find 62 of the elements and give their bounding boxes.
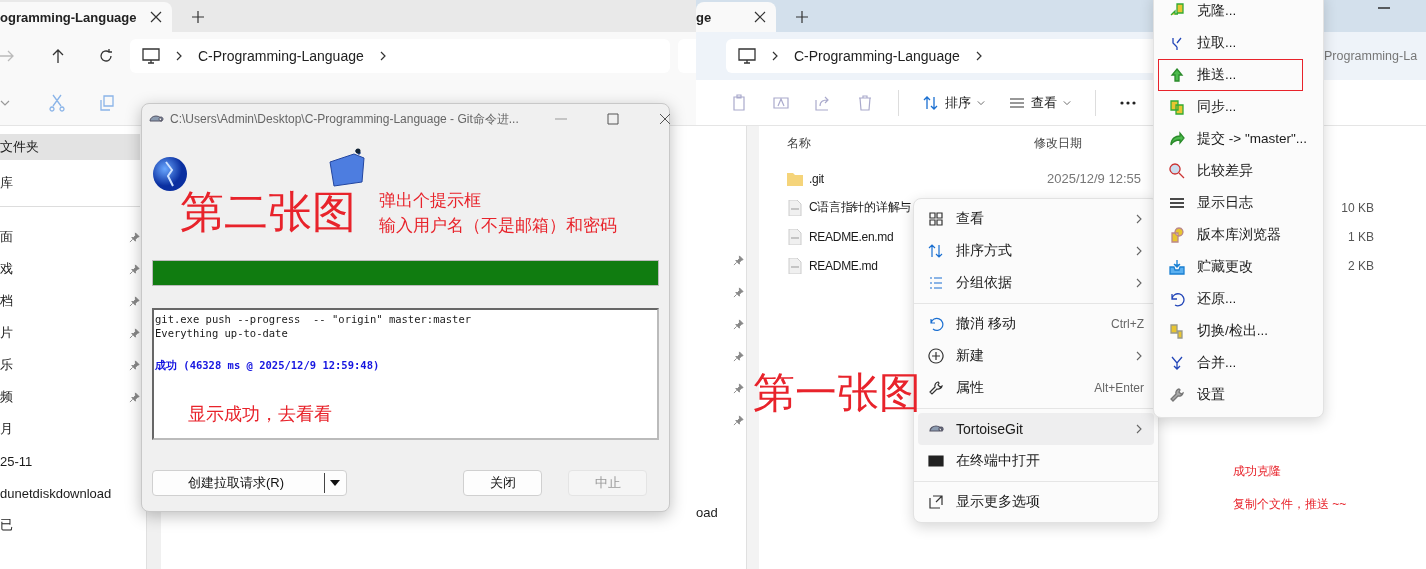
log-line: 成功 (46328 ms @ 2025/12/9 12:59:48) [155,358,381,372]
annotation-text: 复制个文件，推送 ~~ [1233,496,1347,513]
sidebar-item[interactable]: oad [696,504,718,520]
menu-item[interactable]: 排序方式 [918,235,1154,267]
menu-item[interactable]: 显示更多选项 [918,486,1154,518]
table-cell: 10 KB [1341,200,1374,215]
annotation-text: 第一张图 [753,372,921,414]
dialog-button[interactable]: 关闭 [463,470,542,496]
breadcrumb[interactable]: C-Programming-Language [198,48,364,64]
menu-item[interactable]: 在终端中打开 [918,445,1154,477]
sidebar-item[interactable]: 文件夹 [0,134,140,160]
menu-item[interactable]: 版本库浏览器 [1158,219,1319,251]
split-button[interactable]: 创建拉取请求(R) [152,470,347,496]
table-cell: 2025/12/9 12:55 [1047,171,1141,186]
sidebar-item[interactable]: 已 [0,516,13,534]
address-text: Programming-La [1324,49,1418,63]
menu-item[interactable]: 属性 Alt+Enter [918,372,1154,404]
sidebar-item[interactable]: dunetdiskdownload [0,485,112,501]
log-line: git.exe push --progress -- "origin" master:master [155,312,473,326]
file-name[interactable]: .git [809,171,1035,186]
table-cell: 1 KB [1348,229,1374,244]
table-cell: 2 KB [1348,258,1374,273]
menu-item[interactable]: 比较差异 [1158,155,1319,187]
sidebar-item[interactable]: 戏 [0,260,13,278]
annotation-text: 弹出个提示框 [379,190,482,212]
view-button[interactable]: 查看 [1009,93,1071,112]
menu-item[interactable]: TortoiseGit [918,413,1154,445]
sidebar-item[interactable]: 乐 [0,356,13,374]
address-bar[interactable]: C-Programming-Language [130,39,670,73]
log-line: Everything up-to-date [155,326,289,340]
menu-item[interactable]: 推送... [1158,59,1303,91]
menu-item[interactable]: 设置 [1158,379,1319,411]
browser-tab[interactable]: ogramming-Language [0,2,172,32]
column-header[interactable]: 修改日期 [1034,134,1082,152]
sidebar-item[interactable]: 片 [0,324,13,342]
menu-item[interactable]: 提交 -> "master"... [1158,123,1319,155]
annotation-text: 显示成功，去看看 [188,403,332,426]
menu-item[interactable]: 新建 [918,340,1154,372]
window-title: C:\Users\Admin\Desktop\C-Programming-Language - Git命令进... [170,110,519,128]
menu-item[interactable]: 撤消 移动 Ctrl+Z [918,308,1154,340]
sort-button[interactable]: 排序 [923,93,985,112]
menu-item[interactable]: 查看 [918,203,1154,235]
menu-item[interactable]: 克隆... [1158,0,1319,27]
annotation-text: 第二张图 [180,190,356,234]
annotation-text: 成功克隆 [1233,463,1282,480]
menu-item[interactable]: 还原... [1158,283,1319,315]
menu-item[interactable]: 显示日志 [1158,187,1319,219]
browser-tab[interactable]: ge [696,2,776,32]
sidebar-item[interactable]: 库 [0,168,140,198]
breadcrumb[interactable]: C-Programming-Language [794,48,960,64]
menu-item[interactable]: 切换/检出... [1158,315,1319,347]
sidebar-item[interactable]: 档 [0,292,13,310]
menu-item[interactable]: 贮藏更改 [1158,251,1319,283]
menu-item[interactable]: 同步... [1158,91,1319,123]
menu-item[interactable]: 合并... [1158,347,1319,379]
sidebar-item[interactable]: 频 [0,388,13,406]
sidebar-item[interactable]: 25-11 [0,453,33,469]
column-header[interactable]: 名称 [787,134,1034,152]
sidebar-item[interactable]: 面 [0,228,13,246]
annotation-text: 输入用户名（不是邮箱）和密码 [379,215,617,237]
sidebar-item[interactable]: 月 [0,420,13,438]
menu-item[interactable]: 分组依据 [918,267,1154,299]
